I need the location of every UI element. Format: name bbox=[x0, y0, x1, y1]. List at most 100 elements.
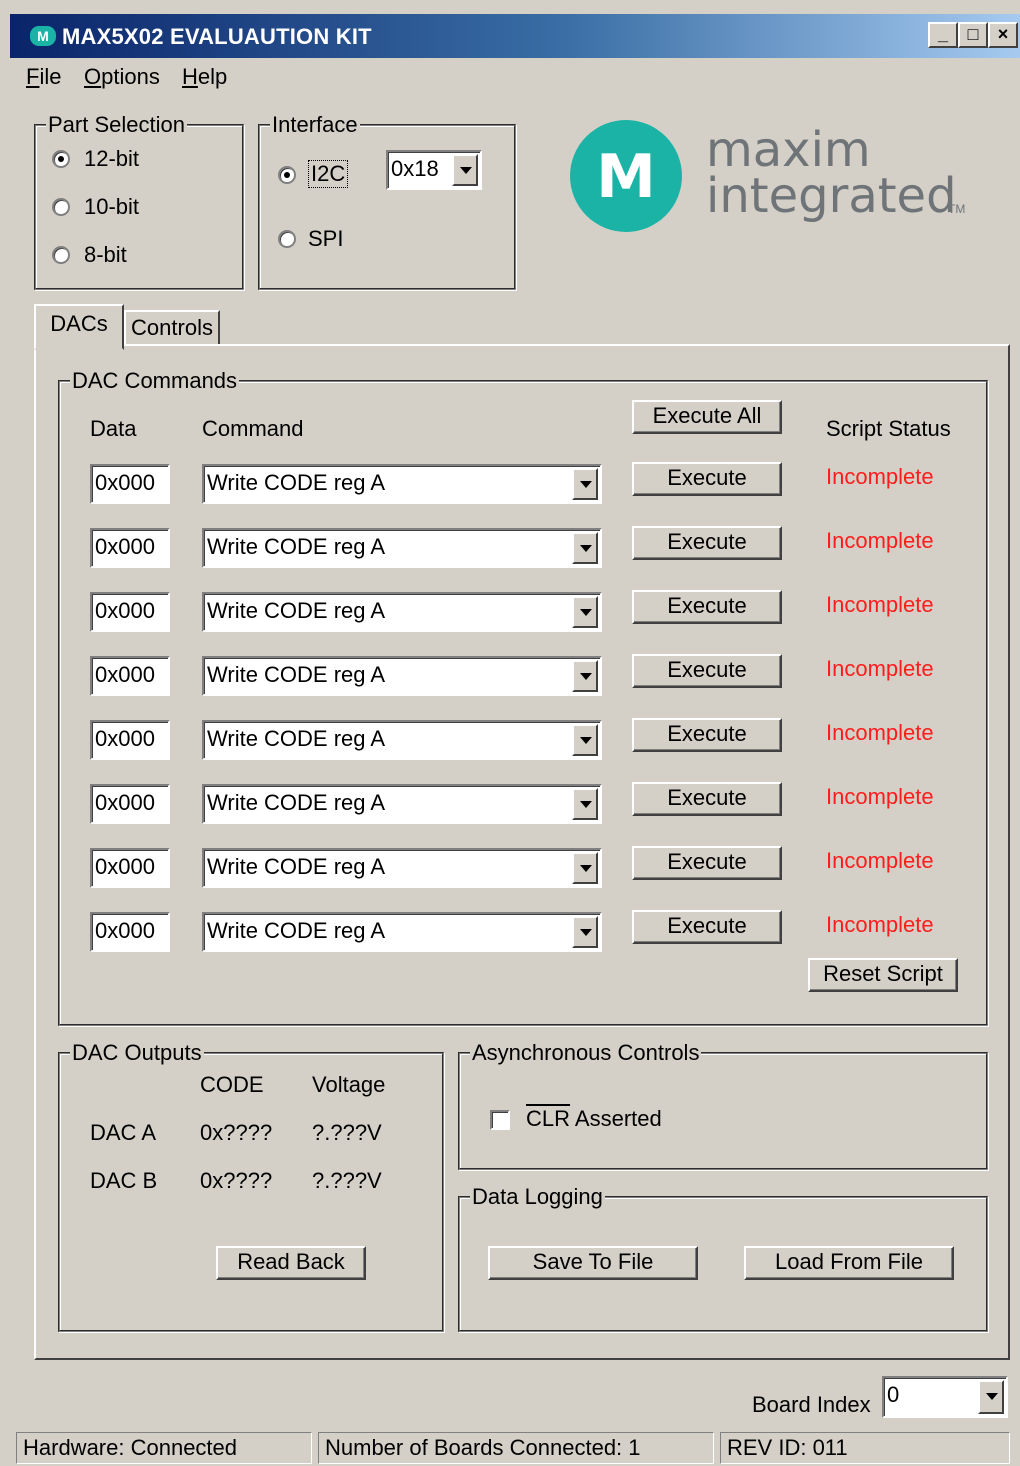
radio-10bit[interactable] bbox=[52, 198, 70, 216]
maximize-button[interactable]: □ bbox=[958, 22, 988, 48]
radio-12bit[interactable] bbox=[52, 150, 70, 168]
board-index-combo[interactable]: 0 bbox=[882, 1376, 1008, 1418]
read-back-button[interactable]: Read Back bbox=[216, 1246, 366, 1280]
script-status: Incomplete bbox=[826, 912, 934, 937]
board-index-value: 0 bbox=[887, 1382, 900, 1407]
chevron-down-icon[interactable] bbox=[572, 596, 598, 628]
chevron-down-icon[interactable] bbox=[572, 724, 598, 756]
data-input[interactable]: 0x000 bbox=[90, 528, 170, 568]
command-select[interactable]: Write CODE reg A bbox=[202, 784, 602, 824]
tab-controls[interactable]: Controls bbox=[124, 310, 220, 346]
maxim-logo-glyph: M bbox=[596, 142, 656, 212]
header-command: Command bbox=[202, 416, 304, 441]
execute-button[interactable]: Execute bbox=[632, 462, 782, 496]
chevron-down-icon[interactable] bbox=[978, 1380, 1004, 1414]
title-bar: M MAX5X02 EVALUAUTION KIT _ □ × bbox=[10, 14, 1020, 58]
execute-all-button[interactable]: Execute All bbox=[632, 400, 782, 434]
command-select[interactable]: Write CODE reg A bbox=[202, 464, 602, 504]
script-status: Incomplete bbox=[826, 656, 934, 681]
i2c-address-value: 0x18 bbox=[391, 156, 439, 181]
label-spi: SPI bbox=[308, 226, 344, 251]
command-select-value: Write CODE reg A bbox=[207, 918, 386, 943]
script-status: Incomplete bbox=[826, 848, 934, 873]
chevron-down-icon[interactable] bbox=[572, 852, 598, 884]
interface-group bbox=[258, 124, 516, 290]
command-select[interactable]: Write CODE reg A bbox=[202, 656, 602, 696]
dac-b-voltage: ?.???V bbox=[312, 1168, 382, 1193]
chevron-down-icon[interactable] bbox=[452, 154, 478, 186]
execute-button[interactable]: Execute bbox=[632, 718, 782, 752]
header-code: CODE bbox=[200, 1072, 264, 1097]
command-select[interactable]: Write CODE reg A bbox=[202, 720, 602, 760]
i2c-address-combo[interactable]: 0x18 bbox=[386, 150, 482, 190]
radio-spi[interactable] bbox=[278, 230, 296, 248]
radio-8bit[interactable] bbox=[52, 246, 70, 264]
chevron-down-icon[interactable] bbox=[572, 532, 598, 564]
tab-dacs[interactable]: DACs bbox=[34, 304, 124, 350]
async-controls-title: Asynchronous Controls bbox=[470, 1040, 702, 1066]
command-select-value: Write CODE reg A bbox=[207, 598, 386, 623]
script-status: Incomplete bbox=[826, 784, 934, 809]
chevron-down-icon[interactable] bbox=[572, 788, 598, 820]
clr-suffix: Asserted bbox=[570, 1106, 662, 1131]
reset-script-button[interactable]: Reset Script bbox=[808, 958, 958, 992]
execute-button[interactable]: Execute bbox=[632, 910, 782, 944]
data-input[interactable]: 0x000 bbox=[90, 656, 170, 696]
logo-text-integrated: integrated bbox=[706, 168, 957, 224]
execute-button[interactable]: Execute bbox=[632, 846, 782, 880]
status-hardware: Hardware: Connected bbox=[16, 1432, 312, 1464]
radio-i2c[interactable] bbox=[278, 166, 296, 184]
dac-a-code: 0x???? bbox=[200, 1120, 273, 1145]
logo-tm: TM bbox=[948, 202, 966, 216]
data-input[interactable]: 0x000 bbox=[90, 848, 170, 888]
board-index-label: Board Index bbox=[752, 1392, 871, 1417]
dac-b-name: DAC B bbox=[90, 1168, 158, 1193]
chevron-down-icon[interactable] bbox=[572, 660, 598, 692]
menu-bar: File Options Help bbox=[10, 58, 1020, 98]
label-8bit: 8-bit bbox=[84, 242, 127, 267]
command-select-value: Write CODE reg A bbox=[207, 726, 386, 751]
maxim-logo-icon: M bbox=[30, 26, 56, 46]
dac-b-code: 0x???? bbox=[200, 1168, 273, 1193]
data-input[interactable]: 0x000 bbox=[90, 592, 170, 632]
close-button[interactable]: × bbox=[988, 22, 1018, 48]
label-i2c: I2C bbox=[308, 160, 349, 188]
command-select-value: Write CODE reg A bbox=[207, 534, 386, 559]
menu-file[interactable]: File bbox=[26, 64, 61, 90]
script-status: Incomplete bbox=[826, 592, 934, 617]
save-to-file-button[interactable]: Save To File bbox=[488, 1246, 698, 1280]
command-select[interactable]: Write CODE reg A bbox=[202, 528, 602, 568]
command-select-value: Write CODE reg A bbox=[207, 470, 386, 495]
load-from-file-button[interactable]: Load From File bbox=[744, 1246, 954, 1280]
chevron-down-icon[interactable] bbox=[572, 916, 598, 948]
label-10bit: 10-bit bbox=[84, 194, 140, 219]
command-select[interactable]: Write CODE reg A bbox=[202, 912, 602, 952]
minimize-button[interactable]: _ bbox=[928, 22, 958, 48]
execute-button[interactable]: Execute bbox=[632, 590, 782, 624]
header-script-status: Script Status bbox=[826, 416, 951, 441]
execute-button[interactable]: Execute bbox=[632, 526, 782, 560]
execute-button[interactable]: Execute bbox=[632, 654, 782, 688]
data-input[interactable]: 0x000 bbox=[90, 784, 170, 824]
data-input[interactable]: 0x000 bbox=[90, 912, 170, 952]
execute-button[interactable]: Execute bbox=[632, 782, 782, 816]
command-select[interactable]: Write CODE reg A bbox=[202, 592, 602, 632]
clr-label: CLR bbox=[526, 1106, 571, 1131]
command-select-value: Write CODE reg A bbox=[207, 662, 386, 687]
dac-a-voltage: ?.???V bbox=[312, 1120, 382, 1145]
dac-commands-title: DAC Commands bbox=[70, 368, 240, 394]
clr-asserted-checkbox[interactable] bbox=[490, 1110, 510, 1130]
header-data: Data bbox=[90, 416, 137, 441]
data-logging-title: Data Logging bbox=[470, 1184, 605, 1210]
command-select[interactable]: Write CODE reg A bbox=[202, 848, 602, 888]
dac-a-name: DAC A bbox=[90, 1120, 157, 1145]
maxim-logo-mark: M bbox=[570, 120, 682, 232]
label-12bit: 12-bit bbox=[84, 146, 140, 171]
menu-options[interactable]: Options bbox=[84, 64, 160, 90]
script-status: Incomplete bbox=[826, 528, 934, 553]
clr-asserted-label: CLR Asserted bbox=[526, 1106, 662, 1132]
data-input[interactable]: 0x000 bbox=[90, 464, 170, 504]
chevron-down-icon[interactable] bbox=[572, 468, 598, 500]
menu-help[interactable]: Help bbox=[182, 64, 227, 90]
data-input[interactable]: 0x000 bbox=[90, 720, 170, 760]
